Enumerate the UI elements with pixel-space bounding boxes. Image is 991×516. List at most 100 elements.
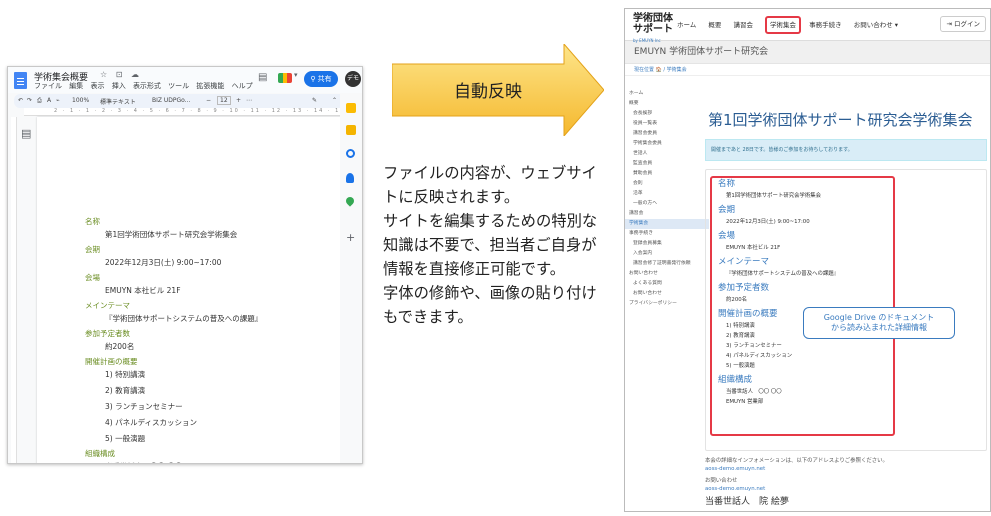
- nav-home[interactable]: ホーム: [677, 21, 696, 29]
- menu-tools[interactable]: ツール: [168, 82, 189, 90]
- field-value: 第1回学術団体サポート研究会学術集会: [105, 230, 238, 239]
- sidebar-item[interactable]: 会長挨拶: [625, 109, 709, 119]
- site-logo[interactable]: 学術団体 サポート by EMUYN Inc: [633, 13, 673, 46]
- nav-contact[interactable]: お問い合わせ ▾: [854, 21, 898, 29]
- login-button[interactable]: ⇥ ログイン: [940, 16, 986, 32]
- footer-info: 本会の詳細なインフォメーションは、以下のアドレスよりご参照ください。: [705, 458, 888, 464]
- field-value: 2) 教育講演: [105, 386, 146, 395]
- calendar-icon[interactable]: [346, 103, 356, 113]
- field-label: 開催計画の概要: [85, 357, 138, 366]
- sidebar-item[interactable]: 賛助会員: [625, 169, 709, 179]
- field-value: EMUYN 本社ビル 21F: [726, 245, 781, 251]
- field-value: 3) ランチョンセミナー: [105, 402, 183, 411]
- add-addon-icon[interactable]: +: [346, 232, 356, 243]
- docs-logo-icon[interactable]: [14, 72, 27, 89]
- paint-format-icon[interactable]: ⌁: [56, 97, 60, 104]
- field-label: 参加予定者数: [85, 329, 130, 338]
- page-title: 第1回学術団体サポート研究会学術集会: [708, 111, 973, 129]
- keep-icon[interactable]: [346, 125, 356, 135]
- breadcrumb[interactable]: 現在位置 🏠 / 学術集会: [625, 64, 990, 76]
- sidebar-item[interactable]: 沿革: [625, 189, 709, 199]
- menu-file[interactable]: ファイル: [34, 82, 62, 90]
- tasks-icon[interactable]: [346, 149, 355, 158]
- sidebar-item[interactable]: 役員一覧表: [625, 119, 709, 129]
- footer-contact-link[interactable]: aoss-demo.emuyn.net: [705, 485, 987, 493]
- meet-icon[interactable]: [278, 73, 292, 83]
- star-move-cloud-icons[interactable]: ☆ ⊡ ☁: [100, 70, 142, 79]
- edit-mode-icon[interactable]: ✎: [312, 97, 317, 104]
- comment-history-icon[interactable]: ▤: [258, 72, 270, 84]
- font-size-input[interactable]: 12: [217, 96, 231, 105]
- font-size-decrease-icon[interactable]: −: [206, 97, 211, 104]
- maps-icon[interactable]: [344, 195, 356, 207]
- menu-insert[interactable]: 挿入: [112, 82, 126, 90]
- site-nav-items: ホーム 概要 講習会 学術集会 事務手続き お問い合わせ ▾: [677, 16, 908, 34]
- outline-icon[interactable]: ▤: [21, 127, 31, 140]
- sidebar-item[interactable]: 概要: [625, 99, 709, 109]
- sidebar-item[interactable]: 講習会委員: [625, 129, 709, 139]
- description-line: サイトを編集するための特別な知識は不要で、担当者ご自身が情報を直接修正可能です。: [383, 212, 598, 278]
- description-line: ファイルの内容が、ウェブサイトに反映されます。: [383, 164, 597, 206]
- site-logo-text: 学術団体 サポート: [633, 13, 673, 35]
- sidebar-item[interactable]: 講習会: [625, 209, 709, 219]
- font-select[interactable]: BIZ UDPGo...: [152, 97, 190, 104]
- menu-help[interactable]: ヘルプ: [232, 82, 253, 90]
- menu-view[interactable]: 表示: [90, 82, 104, 90]
- menu-extensions[interactable]: 拡張機能: [196, 82, 224, 90]
- undo-icon[interactable]: ↶: [18, 97, 23, 104]
- doc-page[interactable]: 名称 第1回学術団体サポート研究会学術集会 会期 2022年12月3日(土) 9:00…: [37, 117, 342, 463]
- site-footer: 本会の詳細なインフォメーションは、以下のアドレスよりご参照ください。 aoss-…: [705, 457, 987, 509]
- drive-import-callout: Google Drive のドキュメント から読み込まれた詳細情報: [803, 307, 955, 339]
- sidebar-item[interactable]: ホーム: [625, 89, 709, 99]
- redo-icon[interactable]: ↷: [27, 97, 32, 104]
- sidebar-item[interactable]: 会則: [625, 179, 709, 189]
- print-icon[interactable]: ⎙: [37, 97, 42, 105]
- ruler-numbers: 2 · 1 · 1 · 2 · 3 · 4 · 5 · 6 · 7 · 8 · …: [54, 108, 346, 114]
- sidebar-item[interactable]: 登録会員募集: [625, 239, 709, 249]
- nav-procedures[interactable]: 事務手続き: [809, 21, 842, 29]
- sidebar-item[interactable]: 入会案内: [625, 249, 709, 259]
- login-icon: ⇥: [946, 20, 954, 28]
- menu-edit[interactable]: 編集: [69, 82, 83, 90]
- more-icon[interactable]: ⋯: [246, 97, 252, 104]
- field-value: 5) 一般演題: [726, 363, 755, 369]
- menu-format[interactable]: 表示形式: [133, 82, 161, 90]
- sidebar-item[interactable]: 学術集会委員: [625, 139, 709, 149]
- style-select[interactable]: 標準テキスト: [100, 97, 136, 106]
- person-icon: ⚲: [310, 75, 318, 83]
- sidebar-item[interactable]: お問い合わせ: [625, 269, 709, 279]
- sidebar-item[interactable]: 監査会員: [625, 159, 709, 169]
- sidebar-item[interactable]: 一般の方へ: [625, 199, 709, 209]
- nav-conference[interactable]: 学術集会: [765, 16, 802, 34]
- sidebar-item[interactable]: プライバシーポリシー: [625, 299, 709, 309]
- sidebar-item[interactable]: 講習会修了証明書発行依頼: [625, 259, 709, 269]
- share-button[interactable]: ⚲ 共有: [304, 71, 338, 87]
- zoom-select[interactable]: 100%: [72, 97, 89, 104]
- font-size-increase-icon[interactable]: +: [236, 97, 241, 104]
- contacts-icon[interactable]: [346, 173, 354, 183]
- footer-contact: お問い合わせ: [705, 478, 738, 484]
- sidebar-item[interactable]: 学術集会: [625, 219, 709, 229]
- horizontal-ruler: 2 · 1 · 1 · 2 · 3 · 4 · 5 · 6 · 7 · 8 · …: [24, 108, 346, 116]
- sidebar-item[interactable]: よくある質問: [625, 279, 709, 289]
- field-value: 約200名: [726, 297, 748, 303]
- share-label: 共有: [317, 75, 332, 83]
- footer-info-link[interactable]: aoss-demo.emuyn.net: [705, 465, 987, 473]
- field-value: 2022年12月3日(土) 9:00~17:00: [726, 219, 810, 225]
- sidebar-item[interactable]: 事務手続き: [625, 229, 709, 239]
- spellcheck-icon[interactable]: A: [47, 97, 51, 104]
- google-docs-window: 学術集会概要 ☆ ⊡ ☁ ファイル 編集 表示 挿入 表示形式 ツール 拡張機能…: [7, 66, 363, 464]
- field-label: 会期: [718, 205, 736, 215]
- sidebar-item[interactable]: お問い合わせ: [625, 289, 709, 299]
- doc-content[interactable]: 名称 第1回学術団体サポート研究会学術集会 会期 2022年12月3日(土) 9:00…: [85, 213, 335, 463]
- nav-seminar[interactable]: 講習会: [733, 21, 753, 29]
- sidebar-item[interactable]: 世話人: [625, 149, 709, 159]
- avatar[interactable]: デモ: [345, 71, 361, 87]
- field-label: 会期: [85, 245, 100, 254]
- site-logo-sub: by EMUYN Inc: [633, 38, 661, 43]
- collapse-icon[interactable]: ⌃: [332, 97, 337, 104]
- nav-overview[interactable]: 概要: [708, 21, 721, 29]
- chevron-down-icon[interactable]: ▾: [294, 71, 298, 79]
- field-value: 3) ランチョンセミナー: [726, 343, 782, 349]
- field-value: 当番世話人 〇〇 〇〇: [726, 389, 782, 395]
